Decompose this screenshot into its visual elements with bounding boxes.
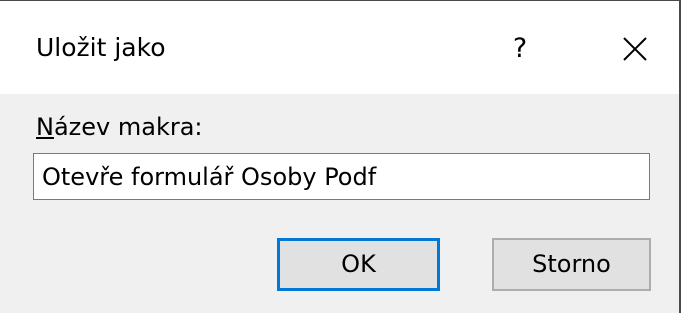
close-icon <box>623 37 647 61</box>
cancel-button[interactable]: Storno <box>492 238 651 291</box>
help-button[interactable]: ? <box>490 21 550 77</box>
save-as-dialog: Uložit jako ? Název makra: OK Storno <box>0 0 681 313</box>
macro-name-input[interactable] <box>33 153 650 200</box>
dialog-title: Uložit jako <box>36 33 166 62</box>
title-bar: Uložit jako ? <box>0 1 679 94</box>
label-text: ázev makra: <box>53 113 203 141</box>
label-access-key: N <box>36 113 54 141</box>
macro-name-label: Název makra: <box>36 111 203 143</box>
ok-button[interactable]: OK <box>277 238 440 291</box>
close-button[interactable] <box>607 21 663 77</box>
